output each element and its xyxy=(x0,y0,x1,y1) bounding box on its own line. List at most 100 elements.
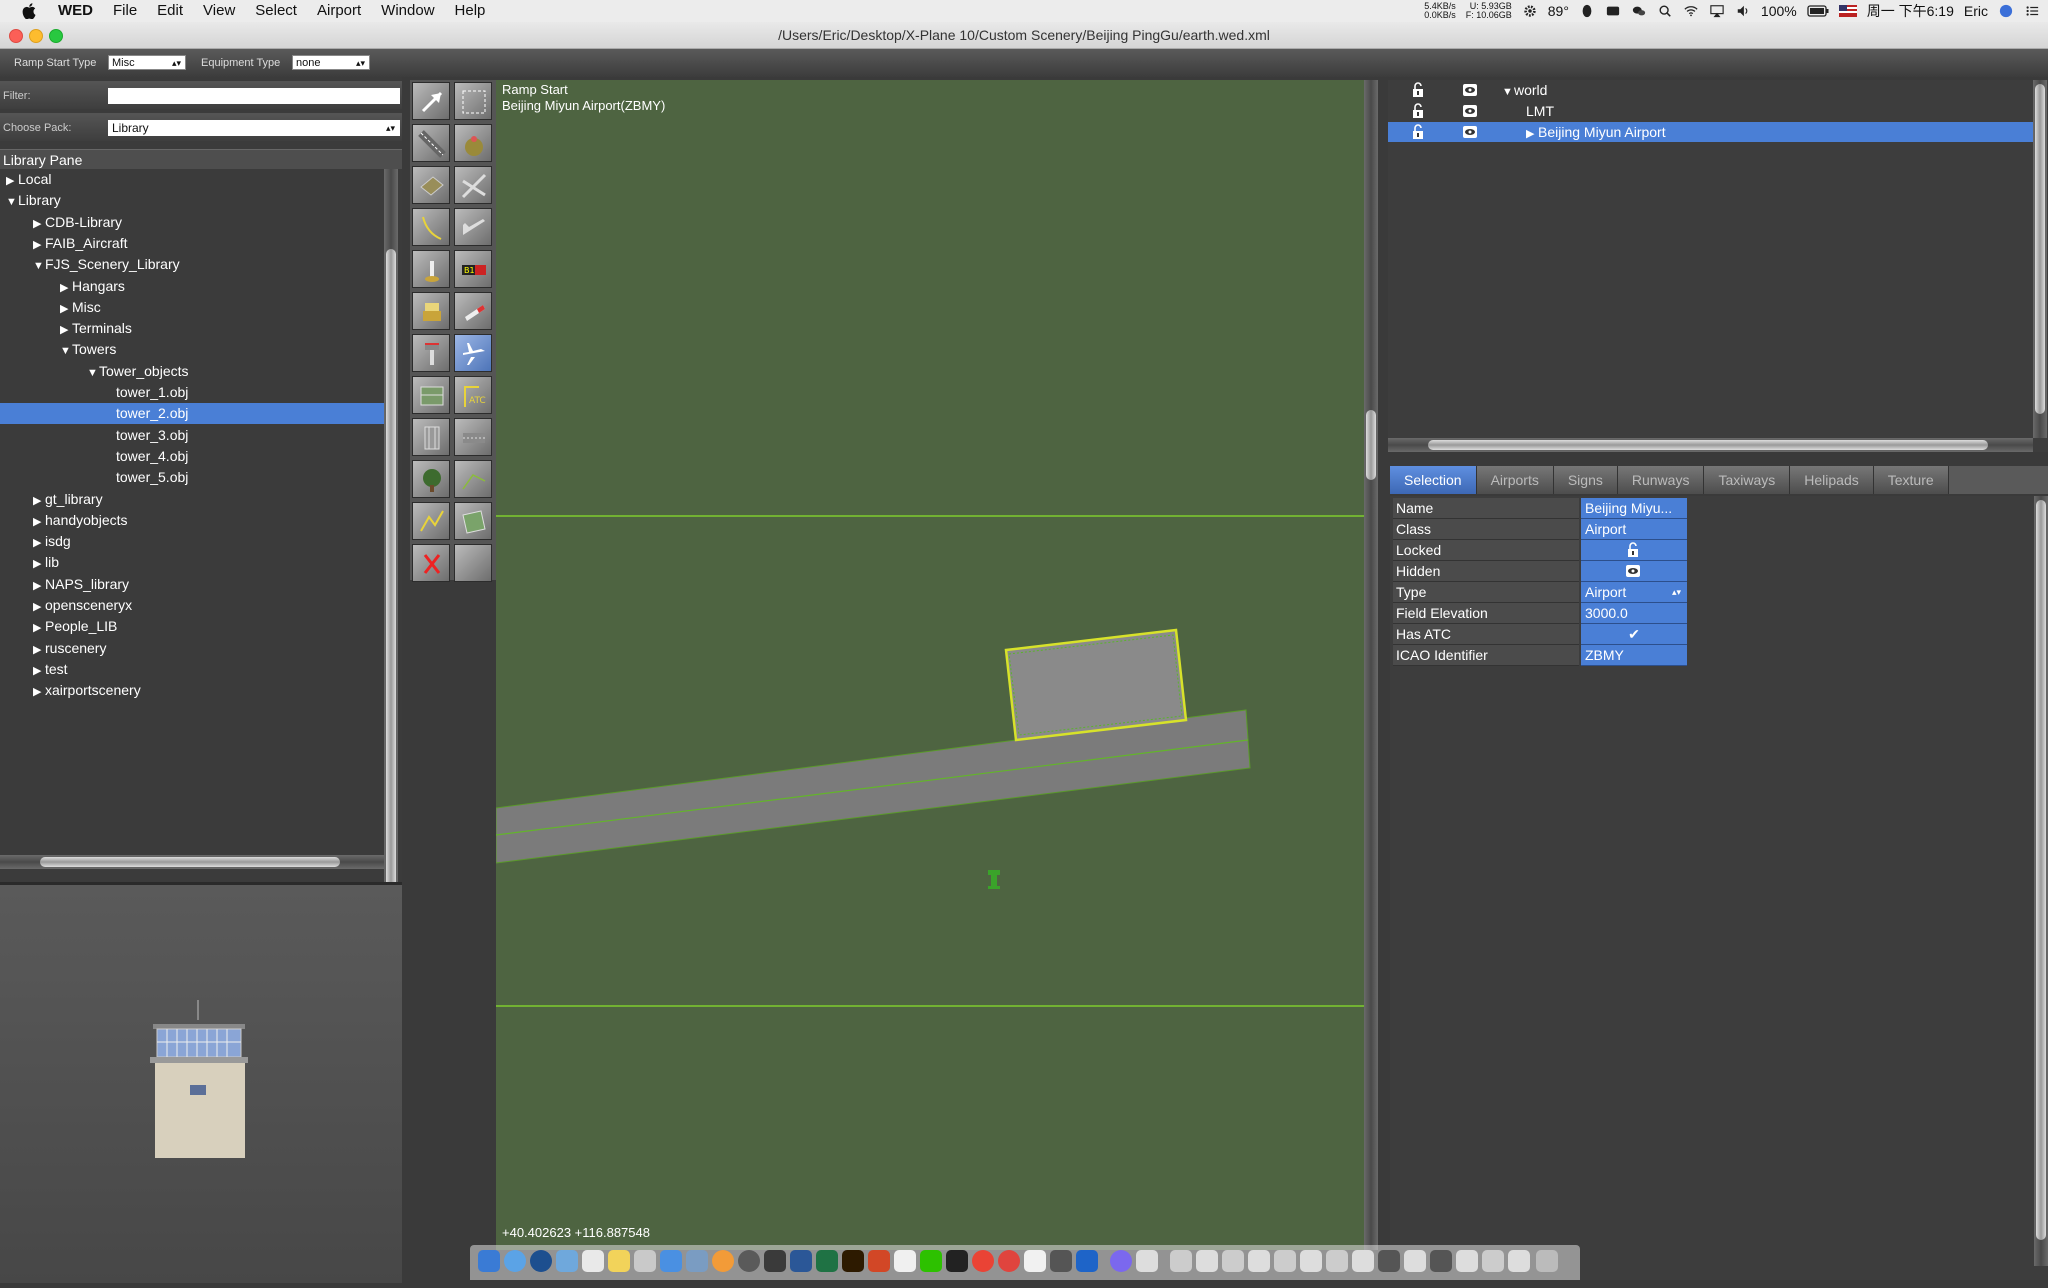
chat-icon[interactable] xyxy=(894,1250,916,1272)
property-value-locked[interactable] xyxy=(1581,540,1687,561)
downloads-icon[interactable] xyxy=(1136,1250,1158,1272)
windsock-tool-button[interactable] xyxy=(454,292,492,330)
map-canvas[interactable] xyxy=(496,80,1364,1250)
launcher-icon[interactable] xyxy=(1110,1250,1132,1272)
steam-icon[interactable] xyxy=(764,1250,786,1272)
clock[interactable]: 周一 下午6:19 xyxy=(1867,1,1954,21)
exclusion-tool-button[interactable] xyxy=(412,544,450,582)
tower-marker-icon[interactable] xyxy=(988,870,1000,889)
boundary-tool-button[interactable] xyxy=(412,376,450,414)
illustrator-icon[interactable] xyxy=(842,1250,864,1272)
network-meter[interactable]: 5.4KB/s 0.0KB/s xyxy=(1424,2,1456,20)
map-vertical-scrollbar[interactable] xyxy=(1364,80,1378,1250)
window-thumbnail[interactable] xyxy=(1456,1250,1478,1272)
library-tree-item[interactable]: ▶ gt_library xyxy=(0,489,384,510)
tab-helipads[interactable]: Helipads xyxy=(1790,466,1874,494)
apple-icon[interactable] xyxy=(22,3,36,19)
library-tree-item[interactable]: ▼Library xyxy=(0,190,384,211)
window-thumbnail[interactable] xyxy=(1170,1250,1192,1272)
expanded-triangle-icon[interactable]: ▼ xyxy=(60,341,72,362)
tab-texture[interactable]: Texture xyxy=(1873,466,1949,494)
library-tree-item[interactable]: tower_4.obj xyxy=(0,446,384,467)
tab-taxiways[interactable]: Taxiways xyxy=(1704,466,1791,494)
qq-icon[interactable] xyxy=(946,1250,968,1272)
powerpoint-icon[interactable] xyxy=(868,1250,890,1272)
hierarchy-horizontal-scrollbar[interactable] xyxy=(1388,438,2033,452)
tab-selection[interactable]: Selection xyxy=(1390,466,1477,494)
expanded-triangle-icon[interactable]: ▼ xyxy=(1502,82,1514,102)
app-icon[interactable] xyxy=(1050,1250,1072,1272)
hierarchy-row-lmt[interactable]: LMT xyxy=(1388,101,2033,121)
window-thumbnail[interactable] xyxy=(1222,1250,1244,1272)
library-tree-item[interactable]: tower_1.obj xyxy=(0,382,384,403)
collapsed-triangle-icon[interactable]: ▶ xyxy=(33,214,45,235)
taxiway-tool-button[interactable] xyxy=(454,166,492,204)
photos-icon[interactable] xyxy=(712,1250,734,1272)
collapsed-triangle-icon[interactable]: ▶ xyxy=(60,278,72,299)
finder-icon[interactable] xyxy=(478,1250,500,1272)
hierarchy-row-beijing-miyun-airport[interactable]: ▶ Beijing Miyun Airport xyxy=(1388,122,2033,142)
window-thumbnail[interactable] xyxy=(1274,1250,1296,1272)
acrobat-icon[interactable] xyxy=(1024,1250,1046,1272)
expanded-triangle-icon[interactable]: ▼ xyxy=(87,363,99,384)
sign-tool-button[interactable]: B1 xyxy=(454,250,492,288)
property-value-has-atc[interactable]: ✔ xyxy=(1581,624,1687,645)
lock-icon[interactable] xyxy=(1410,82,1426,98)
marquee-select-tool-button[interactable] xyxy=(454,82,492,120)
draped-polygon-tool-button[interactable] xyxy=(454,502,492,540)
window-thumbnail[interactable] xyxy=(1482,1250,1504,1272)
library-vertical-scrollbar[interactable] xyxy=(384,169,398,939)
excel-icon[interactable] xyxy=(816,1250,838,1272)
collapsed-triangle-icon[interactable]: ▶ xyxy=(33,491,45,512)
ramp-start-tool-button[interactable] xyxy=(454,334,492,372)
menu-help[interactable]: Help xyxy=(445,0,496,22)
hierarchy-row-world[interactable]: ▼world xyxy=(1388,80,2033,100)
tab-runways[interactable]: Runways xyxy=(1617,466,1705,494)
gear-icon[interactable] xyxy=(1522,4,1538,18)
library-tree-item[interactable]: ▶ Hangars xyxy=(0,276,384,297)
collapsed-triangle-icon[interactable]: ▶ xyxy=(33,235,45,256)
window-thumbnail[interactable] xyxy=(1300,1250,1322,1272)
siri-icon[interactable] xyxy=(1998,4,2014,18)
volume-icon[interactable] xyxy=(1735,4,1751,18)
menu-view[interactable]: View xyxy=(193,0,245,22)
library-tree-item[interactable]: ▼FJS_Scenery_Library xyxy=(0,254,384,275)
runway[interactable] xyxy=(496,709,1251,864)
window-thumbnail[interactable] xyxy=(1430,1250,1452,1272)
inspector-vertical-scrollbar[interactable] xyxy=(2034,496,2048,1266)
object-tool-button[interactable] xyxy=(412,418,450,456)
collapsed-triangle-icon[interactable]: ▶ xyxy=(33,512,45,533)
sealane-tool-button[interactable] xyxy=(454,124,492,162)
menu-edit[interactable]: Edit xyxy=(147,0,193,22)
scroll-thumb[interactable] xyxy=(1366,410,1376,480)
library-tree-item[interactable]: ▶ handyobjects xyxy=(0,510,384,531)
lock-icon[interactable] xyxy=(1410,103,1426,119)
menu-window[interactable]: Window xyxy=(371,0,444,22)
scroll-thumb[interactable] xyxy=(386,249,396,899)
property-value-field-elevation[interactable]: 3000.0 xyxy=(1581,603,1687,624)
expanded-triangle-icon[interactable]: ▼ xyxy=(33,256,45,277)
safari-icon[interactable] xyxy=(504,1250,526,1272)
library-tree-item[interactable]: tower_2.obj xyxy=(0,403,384,425)
close-window-button[interactable] xyxy=(9,29,23,43)
property-value-hidden[interactable] xyxy=(1581,561,1687,582)
preview-icon[interactable] xyxy=(556,1250,578,1272)
disk-meter[interactable]: U: 5.93GB F: 10.06GB xyxy=(1466,2,1512,20)
library-horizontal-scrollbar[interactable] xyxy=(0,855,384,869)
collapsed-triangle-icon[interactable]: ▶ xyxy=(33,576,45,597)
minimize-window-button[interactable] xyxy=(29,29,43,43)
menu-select[interactable]: Select xyxy=(245,0,307,22)
collapsed-triangle-icon[interactable]: ▶ xyxy=(60,299,72,320)
wifi-icon[interactable] xyxy=(1683,4,1699,18)
notification-center-icon[interactable] xyxy=(2024,4,2040,18)
calendar-icon[interactable] xyxy=(582,1250,604,1272)
preview-app-icon[interactable] xyxy=(634,1250,656,1272)
marquee-arrow-tool-button[interactable] xyxy=(412,82,450,120)
eye-icon[interactable] xyxy=(1462,103,1478,119)
menu-file[interactable]: File xyxy=(103,0,147,22)
property-value-type[interactable]: Airport ▴▾ xyxy=(1581,582,1687,603)
library-tree-item[interactable]: ▶ NAPS_library xyxy=(0,574,384,595)
light-tool-button[interactable] xyxy=(412,250,450,288)
library-tree-item[interactable]: ▼Tower_objects xyxy=(0,361,384,382)
temperature-readout[interactable]: 89° xyxy=(1548,3,1569,19)
